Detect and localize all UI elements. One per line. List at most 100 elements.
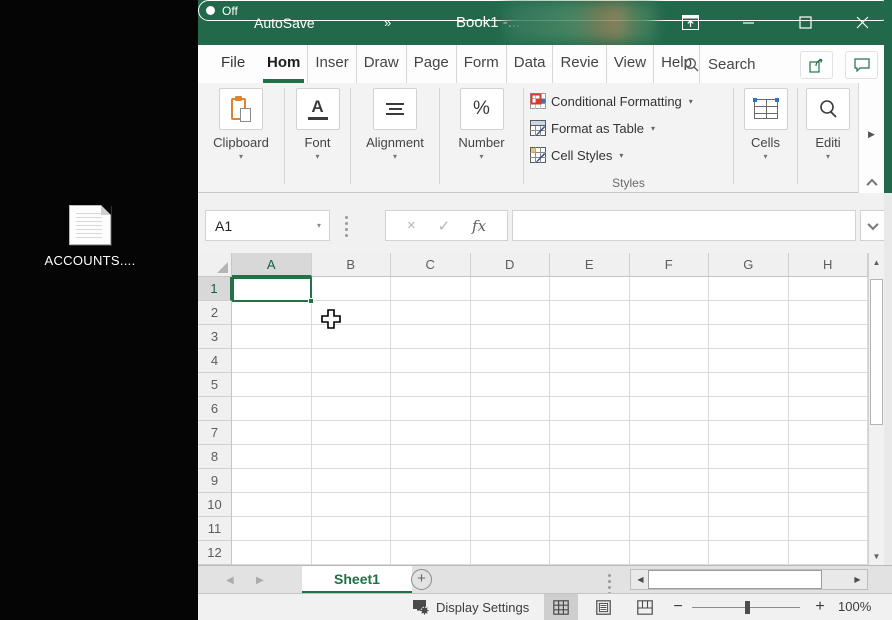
- cell-f6[interactable]: [630, 397, 710, 421]
- formula-bar-drag-handle[interactable]: [345, 216, 348, 237]
- tab-view[interactable]: View: [606, 45, 653, 83]
- cell-c7[interactable]: [391, 421, 471, 445]
- cell-h5[interactable]: [789, 373, 869, 397]
- horizontal-scrollbar[interactable]: ◀ ▶: [630, 569, 868, 590]
- cell-d7[interactable]: [471, 421, 551, 445]
- cell-g5[interactable]: [709, 373, 789, 397]
- row-header-1[interactable]: 1: [198, 277, 232, 301]
- cell-c2[interactable]: [391, 301, 471, 325]
- cell-c12[interactable]: [391, 541, 471, 565]
- cell-h6[interactable]: [789, 397, 869, 421]
- cell-b1[interactable]: [312, 277, 392, 301]
- number-button[interactable]: %: [460, 88, 504, 130]
- tab-hom[interactable]: Hom: [260, 45, 307, 83]
- alignment-button[interactable]: [373, 88, 417, 130]
- tab-draw[interactable]: Draw: [356, 45, 406, 83]
- cell-b7[interactable]: [312, 421, 392, 445]
- zoom-level[interactable]: 100%: [838, 594, 871, 620]
- column-header-f[interactable]: F: [630, 253, 710, 277]
- cell-g6[interactable]: [709, 397, 789, 421]
- cell-d2[interactable]: [471, 301, 551, 325]
- row-header-7[interactable]: 7: [198, 421, 232, 445]
- column-header-a[interactable]: A: [232, 253, 312, 277]
- cell-c8[interactable]: [391, 445, 471, 469]
- clipboard-button[interactable]: [219, 88, 263, 130]
- cell-b12[interactable]: [312, 541, 392, 565]
- tab-inser[interactable]: Inser: [307, 45, 355, 83]
- quick-access-overflow-icon[interactable]: »: [384, 0, 389, 45]
- cell-f4[interactable]: [630, 349, 710, 373]
- cell-a2[interactable]: [232, 301, 312, 325]
- display-settings-button[interactable]: Display Settings: [412, 594, 529, 620]
- cell-c9[interactable]: [391, 469, 471, 493]
- column-header-d[interactable]: D: [471, 253, 551, 277]
- cell-e12[interactable]: [550, 541, 630, 565]
- name-box[interactable]: A1 ▾: [205, 210, 330, 241]
- font-button[interactable]: A: [296, 88, 340, 130]
- dropdown-arrow-icon[interactable]: ▾: [440, 152, 523, 161]
- page-layout-view-button[interactable]: [586, 594, 620, 620]
- ribbon-group-editing[interactable]: Editi ▾: [798, 83, 858, 193]
- cell-c4[interactable]: [391, 349, 471, 373]
- conditional-formatting-button[interactable]: Conditional Formatting ▾: [530, 90, 693, 112]
- cell-f11[interactable]: [630, 517, 710, 541]
- cell-d4[interactable]: [471, 349, 551, 373]
- cell-g10[interactable]: [709, 493, 789, 517]
- cell-g12[interactable]: [709, 541, 789, 565]
- dropdown-arrow-icon[interactable]: ▾: [285, 152, 350, 161]
- cell-f2[interactable]: [630, 301, 710, 325]
- cell-h12[interactable]: [789, 541, 869, 565]
- cells-button[interactable]: [744, 88, 788, 130]
- cell-e6[interactable]: [550, 397, 630, 421]
- ribbon-group-alignment[interactable]: Alignment ▾: [351, 83, 439, 193]
- cell-b4[interactable]: [312, 349, 392, 373]
- cell-e4[interactable]: [550, 349, 630, 373]
- cell-e2[interactable]: [550, 301, 630, 325]
- cell-e7[interactable]: [550, 421, 630, 445]
- cell-b9[interactable]: [312, 469, 392, 493]
- cell-a8[interactable]: [232, 445, 312, 469]
- zoom-slider-handle[interactable]: [745, 601, 750, 614]
- cell-h1[interactable]: [789, 277, 869, 301]
- cell-c3[interactable]: [391, 325, 471, 349]
- cell-h11[interactable]: [789, 517, 869, 541]
- column-header-e[interactable]: E: [550, 253, 630, 277]
- column-header-b[interactable]: B: [312, 253, 392, 277]
- dropdown-arrow-icon[interactable]: ▾: [734, 152, 797, 161]
- tab-form[interactable]: Form: [456, 45, 506, 83]
- row-header-11[interactable]: 11: [198, 517, 232, 541]
- confirm-entry-button[interactable]: ✓: [438, 217, 451, 235]
- tab-page[interactable]: Page: [406, 45, 456, 83]
- collapse-ribbon-button[interactable]: [863, 175, 881, 189]
- zoom-out-button[interactable]: −: [668, 594, 688, 620]
- share-button[interactable]: [800, 51, 833, 79]
- tab-revie[interactable]: Revie: [552, 45, 605, 83]
- cell-g8[interactable]: [709, 445, 789, 469]
- desktop-file-accounts[interactable]: ACCOUNTS....: [40, 205, 140, 268]
- cell-c10[interactable]: [391, 493, 471, 517]
- row-header-9[interactable]: 9: [198, 469, 232, 493]
- dropdown-arrow-icon[interactable]: ▾: [317, 221, 321, 230]
- dropdown-arrow-icon[interactable]: ▾: [798, 152, 858, 161]
- insert-function-button[interactable]: fx: [472, 217, 486, 235]
- cell-f8[interactable]: [630, 445, 710, 469]
- column-header-h[interactable]: H: [789, 253, 869, 277]
- cell-f7[interactable]: [630, 421, 710, 445]
- dropdown-arrow-icon[interactable]: ▾: [198, 152, 284, 161]
- cell-b8[interactable]: [312, 445, 392, 469]
- sheet-bar-drag-handle[interactable]: [608, 574, 611, 595]
- cell-a12[interactable]: [232, 541, 312, 565]
- cell-a5[interactable]: [232, 373, 312, 397]
- row-header-4[interactable]: 4: [198, 349, 232, 373]
- cell-h2[interactable]: [789, 301, 869, 325]
- expand-formula-bar-button[interactable]: [860, 210, 886, 241]
- cell-f5[interactable]: [630, 373, 710, 397]
- next-sheet-button[interactable]: ▶: [256, 566, 264, 594]
- cell-b3[interactable]: [312, 325, 392, 349]
- cell-h8[interactable]: [789, 445, 869, 469]
- row-header-3[interactable]: 3: [198, 325, 232, 349]
- sheet-tab-sheet1[interactable]: Sheet1: [302, 566, 412, 594]
- cell-g9[interactable]: [709, 469, 789, 493]
- row-header-5[interactable]: 5: [198, 373, 232, 397]
- close-button[interactable]: [842, 0, 882, 45]
